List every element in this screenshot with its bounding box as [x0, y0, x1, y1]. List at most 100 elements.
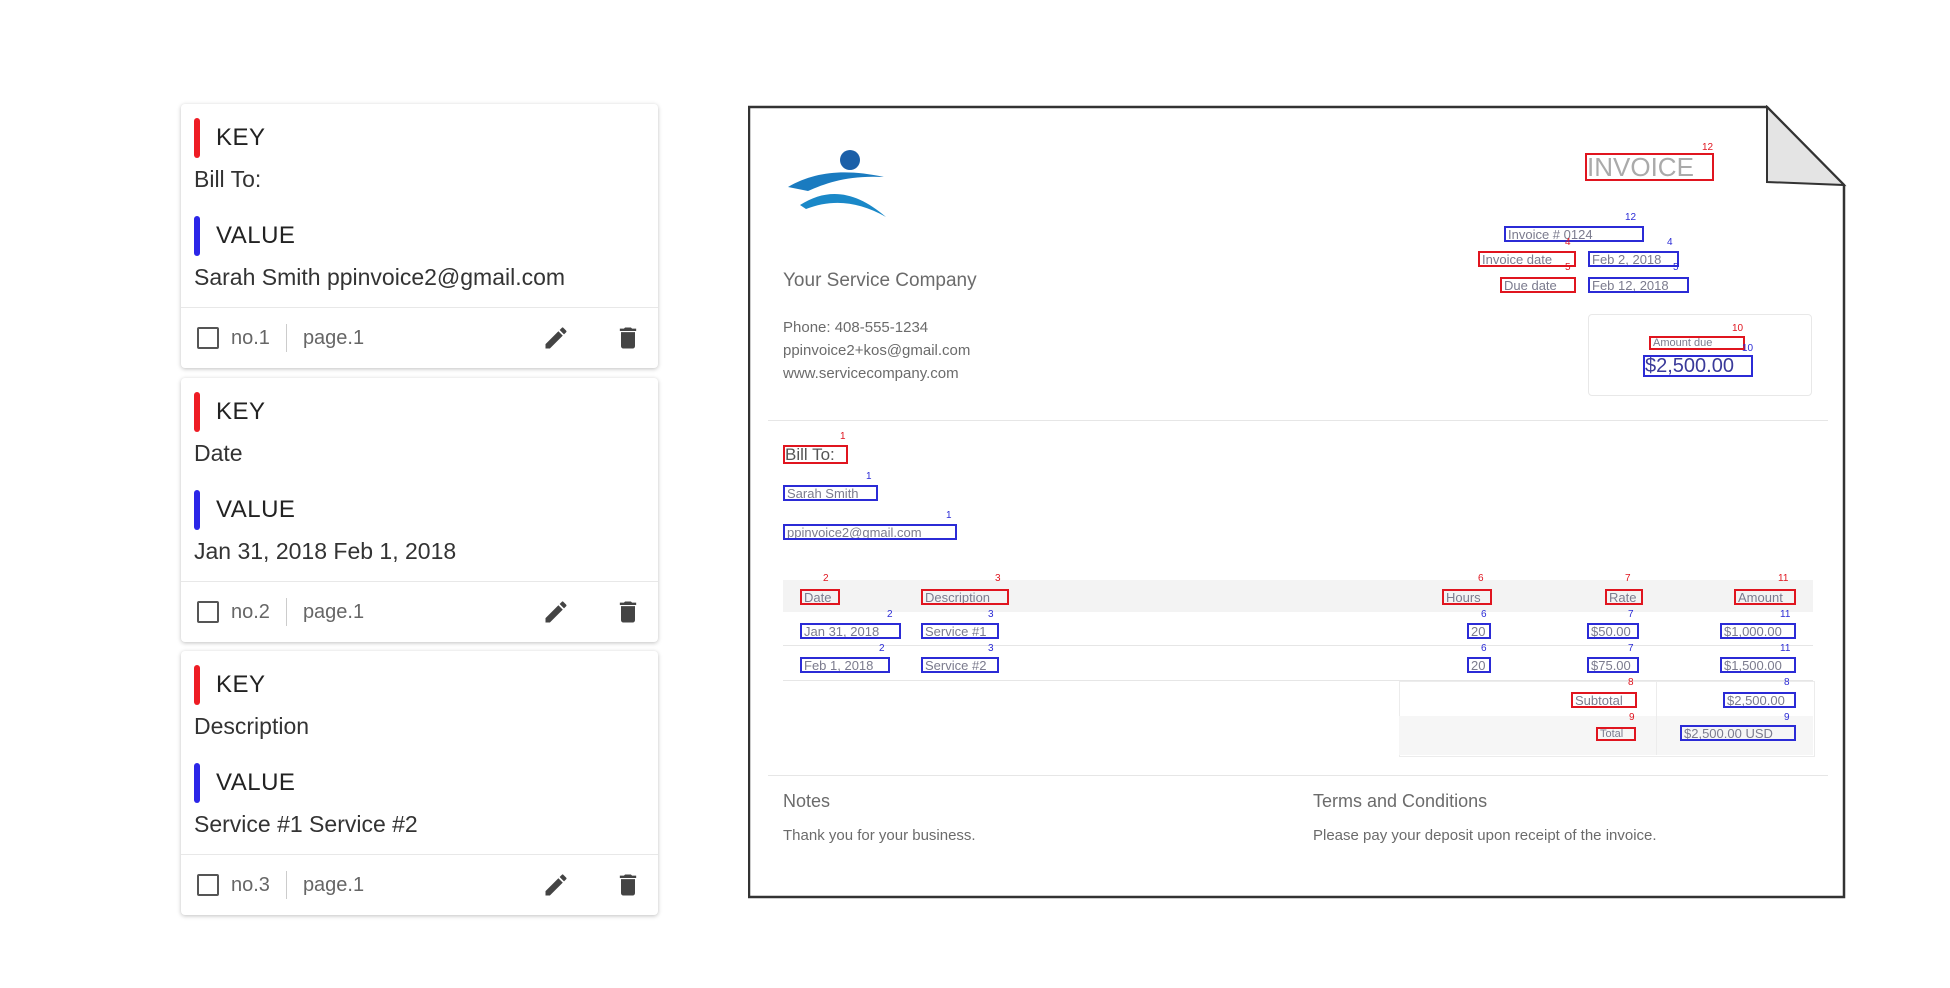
divider [285, 598, 287, 626]
marker-number: 10 [1742, 343, 1754, 354]
marker-number: 6 [1481, 643, 1487, 654]
kv-card: KEY Bill To: VALUE Sarah Smith ppinvoice… [181, 104, 658, 368]
marker-number: 11 [1780, 609, 1791, 620]
marker-number: 1 [866, 471, 872, 482]
subtotal-label: Subtotal [1571, 692, 1637, 708]
edit-button[interactable] [540, 869, 572, 901]
value-label: VALUE [216, 769, 296, 796]
terms-text: Please pay your deposit upon receipt of … [1313, 827, 1657, 844]
divider [768, 775, 1828, 776]
row1-amount: $1,000.00 [1720, 623, 1796, 639]
row2-rate: $75.00 [1587, 657, 1639, 673]
total-value: $2,500.00 USD [1680, 725, 1796, 741]
divider [783, 645, 1813, 646]
marker-number: 9 [1784, 712, 1790, 723]
marker-number: 1 [840, 431, 846, 442]
marker-number: 12 [1625, 212, 1637, 223]
key-label: KEY [216, 398, 266, 425]
row2-amount: $1,500.00 [1720, 657, 1796, 673]
marker-number: 7 [1625, 573, 1631, 584]
delete-button[interactable] [612, 596, 644, 628]
marker-number: 6 [1481, 609, 1487, 620]
kv-card: KEY Date VALUE Jan 31, 2018 Feb 1, 2018 … [181, 378, 658, 642]
page-number: page.1 [302, 326, 365, 349]
marker-number: 2 [823, 573, 829, 584]
marker-number: 3 [988, 609, 994, 620]
row2-description: Service #2 [921, 657, 999, 673]
marker-number: 2 [887, 609, 893, 620]
page-number: page.1 [302, 873, 365, 896]
marker-number: 7 [1628, 609, 1634, 620]
kv-card: KEY Description VALUE Service #1 Service… [181, 651, 658, 915]
edit-button[interactable] [540, 322, 572, 354]
trash-icon [619, 874, 637, 896]
total-label: Total [1596, 727, 1636, 741]
invoice-date-value: Feb 2, 2018 [1588, 251, 1679, 267]
marker-number: 4 [1667, 237, 1673, 248]
marker-number: 10 [1732, 323, 1744, 334]
marker-number: 8 [1784, 677, 1790, 688]
delete-button[interactable] [612, 322, 644, 354]
header-amount: Amount [1734, 589, 1796, 605]
delete-button[interactable] [612, 869, 644, 901]
marker-number: 2 [879, 643, 885, 654]
amount-due-value: $2,500.00 [1643, 355, 1753, 377]
invoice-number-field: Invoice # 0124 [1504, 226, 1644, 242]
key-text: Date [194, 440, 243, 466]
company-phone: Phone: 408-555-1234 [783, 319, 929, 336]
company-email: ppinvoice2+kos@gmail.com [783, 342, 971, 359]
pencil-icon [545, 601, 567, 623]
header-hours: Hours [1442, 589, 1492, 605]
header-date: Date [800, 589, 840, 605]
marker-number: 11 [1778, 573, 1789, 584]
key-text: Bill To: [194, 166, 262, 192]
key-text: Description [194, 713, 310, 739]
key-label: KEY [216, 671, 266, 698]
value-text: Sarah Smith ppinvoice2@gmail.com [194, 264, 566, 290]
edit-button[interactable] [540, 596, 572, 628]
company-logo [788, 150, 886, 217]
value-color-bar [194, 216, 200, 256]
bill-to-name: Sarah Smith [783, 485, 878, 501]
divider [285, 871, 287, 899]
bill-to-label: Bill To: [783, 445, 848, 464]
value-label: VALUE [216, 496, 296, 523]
terms-title: Terms and Conditions [1313, 791, 1488, 811]
row1-hours: 20 [1467, 623, 1491, 639]
marker-number: 8 [1628, 677, 1634, 688]
key-color-bar [194, 392, 200, 432]
select-checkbox[interactable] [197, 874, 219, 896]
row1-date: Jan 31, 2018 [800, 623, 901, 639]
select-checkbox[interactable] [197, 601, 219, 623]
due-date-value: Feb 12, 2018 [1588, 277, 1689, 293]
value-color-bar [194, 763, 200, 803]
company-website: www.servicecompany.com [783, 365, 959, 382]
header-description: Description [921, 589, 1009, 605]
key-color-bar [194, 665, 200, 705]
divider [1656, 681, 1657, 755]
key-label: KEY [216, 124, 266, 151]
row2-date: Feb 1, 2018 [800, 657, 890, 673]
invoice-title: INVOICE [1585, 153, 1714, 181]
pencil-icon [545, 874, 567, 896]
page-number: page.1 [302, 600, 365, 623]
item-number: no.2 [231, 600, 270, 623]
select-checkbox[interactable] [197, 327, 219, 349]
notes-title: Notes [783, 791, 831, 811]
invoice-date-label: Invoice date [1478, 251, 1576, 267]
marker-number: 3 [995, 573, 1001, 584]
divider [768, 420, 1828, 421]
marker-number: 11 [1780, 643, 1791, 654]
value-text: Service #1 Service #2 [194, 811, 418, 837]
pencil-icon [545, 327, 567, 349]
trash-icon [619, 327, 637, 349]
amount-due-label: Amount due [1649, 336, 1745, 350]
marker-number: 5 [1565, 262, 1571, 273]
divider [285, 324, 287, 352]
key-color-bar [194, 118, 200, 158]
marker-number: 6 [1478, 573, 1484, 584]
value-label: VALUE [216, 222, 296, 249]
company-name: Your Service Company [783, 270, 977, 291]
row1-rate: $50.00 [1587, 623, 1639, 639]
notes-text: Thank you for your business. [783, 827, 976, 844]
